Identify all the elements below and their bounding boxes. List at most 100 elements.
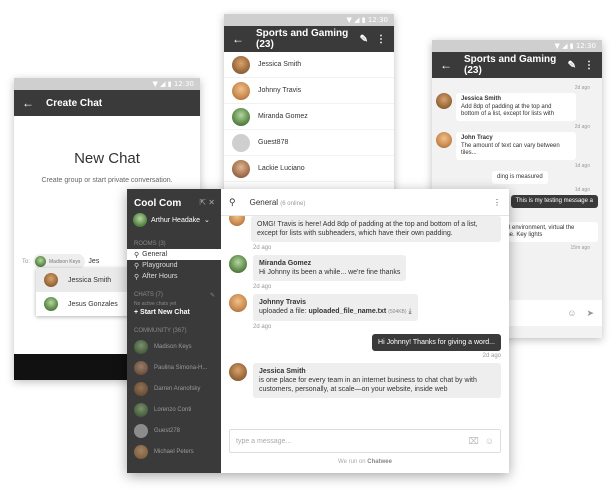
chip-name: Madison Keys bbox=[49, 258, 81, 265]
sidebar: Cool Com ⇱ ✕ Arthur Headake ⌄ ROOMS (3) … bbox=[127, 189, 221, 473]
download-icon[interactable]: ⤓ bbox=[408, 308, 411, 315]
member-name: Guest878 bbox=[258, 139, 289, 146]
member-name: Darren Aranofsky bbox=[154, 385, 201, 392]
room-item-after-hours[interactable]: ⚲ After Hours bbox=[127, 271, 221, 282]
suggestion-item[interactable]: Jessica Smith bbox=[36, 268, 132, 292]
start-new-chat-button[interactable]: + Start New Chat bbox=[127, 307, 221, 318]
message-author: Jessica Smith bbox=[259, 368, 306, 375]
list-item[interactable]: Miranda Gomez bbox=[224, 104, 394, 130]
close-icon[interactable]: ✕ bbox=[208, 198, 215, 207]
room-item-general[interactable]: ⚲ General bbox=[127, 249, 221, 260]
suggestion-item[interactable]: Jesus Gonzales bbox=[36, 292, 132, 316]
list-item[interactable]: Johnny Travis bbox=[224, 78, 394, 104]
status-time: 12:30 bbox=[367, 16, 388, 24]
chevron-down-icon[interactable]: ⌄ bbox=[204, 216, 210, 224]
community-member[interactable]: Guest278 bbox=[127, 420, 221, 441]
message-author: Miranda Gomez bbox=[259, 260, 312, 267]
room-item-playground[interactable]: ⚲ Playground bbox=[127, 260, 221, 271]
message-bubble-outgoing: This is my testing message a bbox=[510, 195, 598, 208]
more-icon[interactable]: ⋮ bbox=[584, 60, 594, 71]
avatar bbox=[35, 256, 47, 267]
room-label: Playground bbox=[142, 262, 178, 269]
app-bar-title: Sports and Gaming (23) bbox=[464, 54, 557, 76]
timestamp: 2d ago bbox=[574, 85, 590, 91]
back-arrow-icon[interactable]: ← bbox=[22, 96, 34, 110]
avatar bbox=[232, 81, 250, 100]
chat-icon[interactable]: ✎ bbox=[568, 60, 576, 71]
footer-brand[interactable]: Chatwee bbox=[367, 459, 392, 465]
timestamp: 2d ago bbox=[253, 245, 272, 251]
status-time: 12:30 bbox=[173, 80, 194, 88]
chats-section-header: CHATS (7) ✎ bbox=[134, 292, 221, 299]
recipient-input[interactable]: Jes bbox=[88, 258, 99, 265]
recipient-chip[interactable]: Madison Keys bbox=[33, 254, 86, 269]
back-arrow-icon[interactable]: ← bbox=[440, 58, 452, 72]
room-label: General bbox=[142, 251, 168, 258]
brand-row: Cool Com ⇱ ✕ bbox=[127, 189, 221, 209]
message: ding is measured bbox=[436, 171, 598, 184]
list-item[interactable]: Lackie Luciano bbox=[224, 156, 394, 182]
online-count: (6 online) bbox=[280, 200, 306, 207]
app-bar-title: Create Chat bbox=[46, 97, 103, 109]
community-label: COMMUNITY bbox=[134, 328, 171, 334]
member-name: Paulina Simona-H... bbox=[154, 364, 208, 371]
status-bar: ▼ ◢ ▮ 12:30 bbox=[14, 78, 200, 90]
attach-icon[interactable]: ⌧ bbox=[468, 436, 478, 447]
app-bar: ← Sports and Gaming (23) ✎ ⋮ bbox=[224, 26, 394, 52]
status-bar: ▼ ◢ ▮ 12:30 bbox=[432, 40, 602, 52]
guest-avatar-icon bbox=[232, 133, 250, 152]
message: John Tracy The amount of text can vary be… bbox=[436, 132, 598, 160]
message-bubble: OMG! Travis is here! Add 8dp of padding … bbox=[251, 216, 501, 242]
members-phone: ▼ ◢ ▮ 12:30 ← Sports and Gaming (23) ✎ ⋮ … bbox=[224, 14, 394, 214]
room-title: General bbox=[249, 197, 279, 207]
more-icon[interactable]: ⋮ bbox=[376, 34, 386, 45]
member-name: Miranda Gomez bbox=[258, 113, 308, 120]
community-member[interactable]: Lorenzo Conti bbox=[127, 399, 221, 420]
suggestion-name: Jessica Smith bbox=[68, 276, 112, 284]
list-item[interactable]: Jessica Smith bbox=[224, 52, 394, 78]
message-text: is one place for every team in an intern… bbox=[259, 377, 477, 393]
community-member[interactable]: Darren Aranofsky bbox=[127, 378, 221, 399]
new-chat-icon[interactable]: ✎ bbox=[210, 292, 215, 299]
location-pin-icon: ⚲ bbox=[229, 196, 236, 207]
message: Miranda Gomez Hi Johnny its been a while.… bbox=[229, 255, 501, 281]
avatar bbox=[229, 216, 245, 226]
member-name: Lackie Luciano bbox=[258, 165, 305, 172]
community-member[interactable]: Paulina Simona-H... bbox=[127, 357, 221, 378]
message: Jessica Smith Add 8dp of padding at the t… bbox=[436, 93, 598, 121]
recipient-field[interactable]: To: Madison Keys Jes bbox=[22, 254, 99, 269]
back-arrow-icon[interactable]: ← bbox=[232, 32, 244, 46]
chat-main: ⚲ General (6 online) ⋮ OMG! Travis is he… bbox=[221, 189, 509, 473]
popout-icon[interactable]: ⇱ bbox=[199, 198, 206, 207]
message-text: Add 8dp of padding at the top and bottom… bbox=[461, 104, 555, 117]
chats-label: CHATS bbox=[134, 292, 154, 298]
member-name: Jessica Smith bbox=[258, 61, 302, 68]
avatar bbox=[232, 159, 250, 178]
timestamp: 1d ago bbox=[574, 163, 590, 169]
avatar bbox=[229, 294, 247, 312]
message-composer[interactable]: type a message... ⌧ ☺ bbox=[229, 429, 501, 453]
member-name: Johnny Travis bbox=[258, 87, 302, 94]
message-author: Jessica Smith bbox=[461, 96, 502, 102]
file-size: (504KB) bbox=[388, 309, 407, 315]
message-input[interactable]: type a message... bbox=[236, 438, 462, 445]
current-user[interactable]: Arthur Headake ⌄ bbox=[127, 209, 221, 231]
file-link[interactable]: uploaded_file_name.txt bbox=[308, 308, 386, 315]
chat-icon[interactable]: ✎ bbox=[360, 34, 368, 45]
community-member[interactable]: Michael Peters bbox=[127, 441, 221, 462]
community-member[interactable]: Madison Keys bbox=[127, 336, 221, 357]
more-icon[interactable]: ⋮ bbox=[493, 198, 501, 207]
send-icon[interactable]: ➤ bbox=[586, 308, 594, 319]
message: OMG! Travis is here! Add 8dp of padding … bbox=[229, 216, 501, 242]
message-text: uploaded a file: bbox=[259, 308, 307, 315]
list-item[interactable]: Guest878 bbox=[224, 130, 394, 156]
message-bubble: Miranda Gomez Hi Johnny its been a while.… bbox=[253, 255, 407, 281]
member-name: Michael Peters bbox=[154, 448, 194, 455]
brand-name: Cool Com bbox=[134, 198, 182, 209]
powered-by: We run on Chatwee bbox=[221, 459, 509, 465]
room-label: After Hours bbox=[142, 273, 178, 280]
timestamp: 2d ago bbox=[253, 284, 272, 290]
emoji-icon[interactable]: ☺ bbox=[485, 436, 494, 446]
timestamp: 2d ago bbox=[574, 124, 590, 130]
emoji-icon[interactable]: ☺ bbox=[567, 308, 576, 318]
